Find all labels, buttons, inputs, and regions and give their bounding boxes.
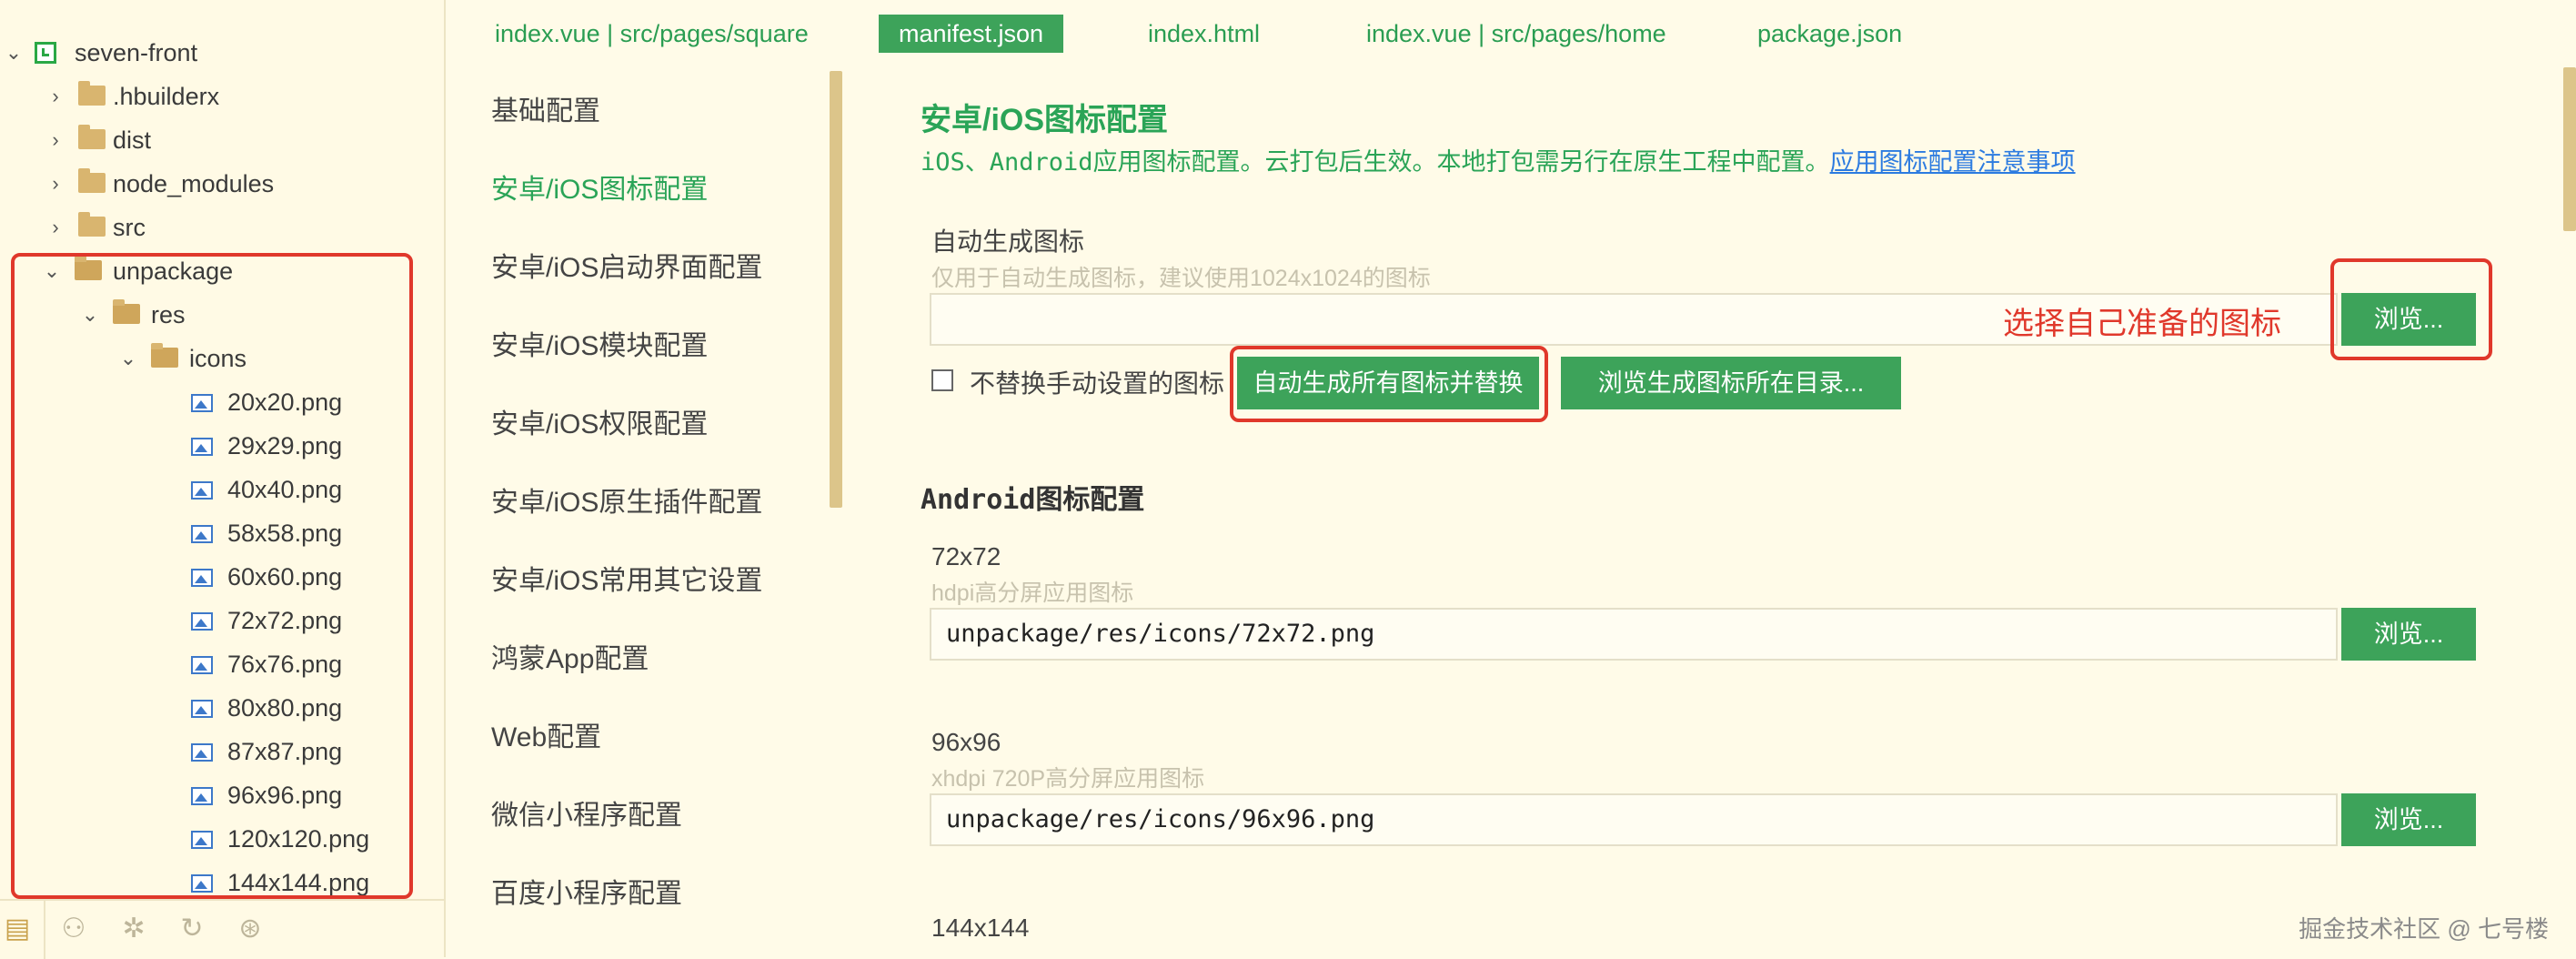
project-icon [35, 42, 56, 64]
chevron-down-icon: ⌄ [5, 41, 23, 64]
editor-tabs: index.vue | src/pages/square manifest.js… [446, 0, 2576, 67]
search-icon[interactable]: ⚇ [58, 914, 89, 944]
nav-item-baidu-mp[interactable]: 百度小程序配置 [491, 872, 682, 917]
chevron-right-icon: › [52, 85, 59, 107]
icon-config-notes-link[interactable]: 应用图标配置注意事项 [1830, 148, 2076, 176]
highlight-box-generate [1230, 346, 1548, 422]
highlight-box-icons [11, 253, 413, 899]
debug-icon[interactable]: ✲ [118, 914, 149, 944]
chevron-right-icon: › [52, 128, 59, 151]
nav-item-harmony[interactable]: 鸿蒙App配置 [491, 637, 649, 682]
no-replace-label: 不替换手动设置的图标 [970, 369, 1225, 398]
settings-content: 安卓/iOS图标配置 iOS、Android应用图标配置。云打包后生效。本地打包… [848, 67, 2576, 957]
content-scrollbar[interactable] [2563, 67, 2576, 231]
nav-item-other-settings[interactable]: 安卓/iOS常用其它设置 [491, 559, 762, 604]
watermark: 掘金技术社区 @ 七号楼 [2299, 915, 2549, 943]
tree-item-label: seven-front [75, 39, 198, 66]
nav-item-wechat-mp[interactable]: 微信小程序配置 [491, 793, 682, 839]
icon-size-hint: hdpi高分屏应用图标 [931, 580, 1134, 606]
chevron-right-icon: › [52, 172, 59, 195]
plugin-icon[interactable]: ⊛ [235, 914, 266, 944]
highlight-box-browse [2330, 258, 2492, 360]
tree-item-label: .hbuilderx [113, 83, 220, 110]
icon-size-label: 96x96 [931, 728, 1001, 756]
nav-item-basic[interactable]: 基础配置 [491, 89, 600, 135]
tree-item-label: dist [113, 126, 152, 154]
browse-button-96[interactable]: 浏览... [2341, 793, 2476, 846]
browse-button-72[interactable]: 浏览... [2341, 608, 2476, 661]
nav-item-splash[interactable]: 安卓/iOS启动界面配置 [491, 246, 762, 291]
nav-item-native-plugins[interactable]: 安卓/iOS原生插件配置 [491, 480, 762, 526]
folder-icon [78, 81, 106, 106]
icon-size-label: 72x72 [931, 542, 1001, 570]
icon-size-hint: xhdpi 720P高分屏应用图标 [931, 766, 1205, 792]
manifest-settings-nav: 基础配置 安卓/iOS图标配置 安卓/iOS启动界面配置 安卓/iOS模块配置 … [446, 67, 846, 957]
folder-icon [78, 212, 106, 237]
nav-item-permissions[interactable]: 安卓/iOS权限配置 [491, 402, 708, 448]
tab-index-html[interactable]: index.html [1128, 15, 1280, 53]
tab-index-vue-square[interactable]: index.vue | src/pages/square [475, 15, 829, 53]
tab-index-vue-home[interactable]: index.vue | src/pages/home [1346, 15, 1686, 53]
icon-72-input[interactable]: unpackage/res/icons/72x72.png [930, 608, 2338, 661]
browse-output-dir-button[interactable]: 浏览生成图标所在目录... [1561, 357, 1901, 409]
nav-item-modules[interactable]: 安卓/iOS模块配置 [491, 324, 708, 369]
files-icon[interactable]: ▤ [2, 914, 33, 944]
folder-icon [78, 125, 106, 149]
auto-generate-label: 自动生成图标 [931, 227, 1085, 256]
explorer-toolbar: ▤ ⚇ ✲ ↻ ⊛ [0, 899, 444, 959]
auto-generate-hint: 仅用于自动生成图标，建议使用1024x1024的图标 [931, 266, 1431, 291]
section-description: iOS、Android应用图标配置。云打包后生效。本地打包需另行在原生工程中配置… [921, 142, 2076, 177]
tree-item-label: node_modules [113, 170, 275, 197]
folder-icon [78, 168, 106, 193]
tree-item-label: src [113, 214, 146, 241]
nav-item-app-icons[interactable]: 安卓/iOS图标配置 [491, 167, 708, 213]
tab-package-json[interactable]: package.json [1737, 15, 1922, 53]
refresh-icon[interactable]: ↻ [176, 914, 207, 944]
annotation-choose-icon: 选择自己准备的图标 [2003, 307, 2281, 341]
icon-96-input[interactable]: unpackage/res/icons/96x96.png [930, 793, 2338, 846]
chevron-right-icon: › [52, 216, 59, 238]
tab-manifest-json[interactable]: manifest.json [879, 15, 1064, 53]
nav-scrollbar[interactable] [830, 71, 842, 508]
no-replace-checkbox[interactable] [931, 369, 953, 391]
file-explorer: ⌄ seven-front › .hbuilderx › dist › node… [0, 0, 446, 959]
nav-item-web[interactable]: Web配置 [491, 715, 601, 761]
android-section-title: Android图标配置 [921, 484, 1145, 516]
description-text: iOS、Android应用图标配置。云打包后生效。本地打包需另行在原生工程中配置… [921, 148, 1830, 177]
icon-size-label: 144x144 [931, 914, 1030, 942]
divider [44, 901, 45, 959]
section-title: 安卓/iOS图标配置 [921, 103, 1169, 137]
